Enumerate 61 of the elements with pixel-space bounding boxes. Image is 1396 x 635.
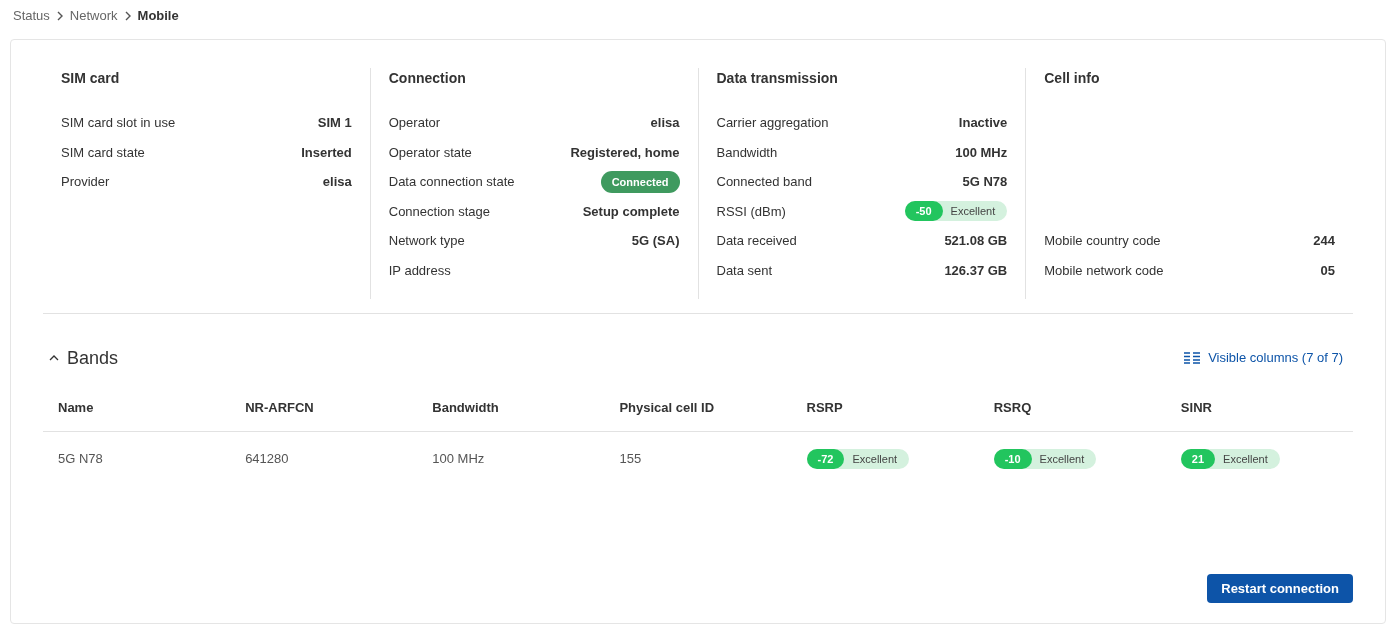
columns-icon: [1184, 352, 1201, 364]
field-value: Inserted: [301, 143, 352, 162]
field-label: RSSI (dBm): [716, 202, 786, 221]
breadcrumb-link[interactable]: Status: [13, 6, 50, 26]
field-label: SIM card slot in use: [61, 114, 176, 132]
field-value: elisa: [650, 114, 680, 132]
field-label: Connection stage: [388, 202, 490, 221]
column-header: RSRP: [805, 399, 844, 417]
visible-columns-button[interactable]: Visible columns (7 of 7): [1184, 348, 1353, 368]
chevron-icon: [123, 11, 132, 21]
signal-badge: 21 Excellent: [1180, 449, 1280, 470]
field-label: Data connection state: [388, 173, 515, 191]
column-header: Bandwidth: [431, 399, 500, 417]
status-badge: Connected: [600, 170, 680, 193]
field-label: Data received: [716, 232, 797, 250]
section-title: Connection: [388, 69, 467, 86]
field-label: Mobile country code: [1044, 232, 1161, 250]
section-title: Cell info: [1044, 69, 1101, 86]
section-title: Bands: [67, 346, 119, 370]
field-value: 5G N78: [962, 173, 1008, 191]
column-header: NR-ARFCN: [244, 399, 315, 417]
chevron-icon: [55, 11, 64, 21]
column-header: RSRQ: [992, 399, 1033, 417]
field-label: Data sent: [716, 261, 773, 280]
signal-badge: -50 Excellent: [904, 201, 1008, 222]
table-cell: 641280: [245, 451, 289, 467]
field-label: Operator: [388, 114, 441, 132]
field-label: Operator state: [388, 143, 472, 162]
chevron-icon[interactable]: [49, 353, 59, 363]
table-cell: 100 MHz: [432, 451, 485, 467]
field-value: 521.08 GB: [944, 232, 1008, 250]
field-label: SIM card state: [61, 143, 145, 162]
field-label: Provider: [61, 173, 110, 191]
field-label: Connected band: [716, 173, 812, 191]
field-value: 5G (SA): [631, 232, 680, 250]
signal-badge: -10 Excellent: [993, 449, 1097, 470]
field-value: SIM 1: [317, 114, 352, 132]
restart-connection-button[interactable]: Restart connection: [1207, 574, 1353, 603]
breadcrumb-link[interactable]: Network: [69, 6, 118, 26]
field-value: Inactive: [958, 114, 1008, 132]
section-title: SIM card: [61, 69, 121, 86]
field-label: Network type: [388, 232, 465, 250]
column-header: Name: [57, 399, 95, 417]
breadcrumb-current: Mobile: [137, 7, 179, 26]
field-value: 126.37 GB: [944, 261, 1008, 280]
table-cell: 155: [619, 451, 642, 467]
field-value: 05: [1320, 261, 1335, 280]
field-label: Mobile network code: [1044, 261, 1164, 280]
column-header: Physical cell ID: [618, 399, 716, 417]
field-label: IP address: [388, 261, 451, 280]
section-title: Data transmission: [716, 69, 839, 86]
field-value: Setup complete: [582, 202, 680, 221]
field-label: Carrier aggregation: [716, 114, 829, 132]
table-cell: 5G N78: [58, 451, 103, 467]
field-value: Registered, home: [570, 143, 680, 162]
column-header: SINR: [1179, 399, 1213, 417]
field-value: 100 MHz: [955, 143, 1008, 162]
signal-badge: -72 Excellent: [806, 449, 910, 470]
field-value: elisa: [322, 173, 352, 191]
field-value: 244: [1313, 232, 1335, 250]
field-label: Bandwidth: [716, 143, 778, 162]
